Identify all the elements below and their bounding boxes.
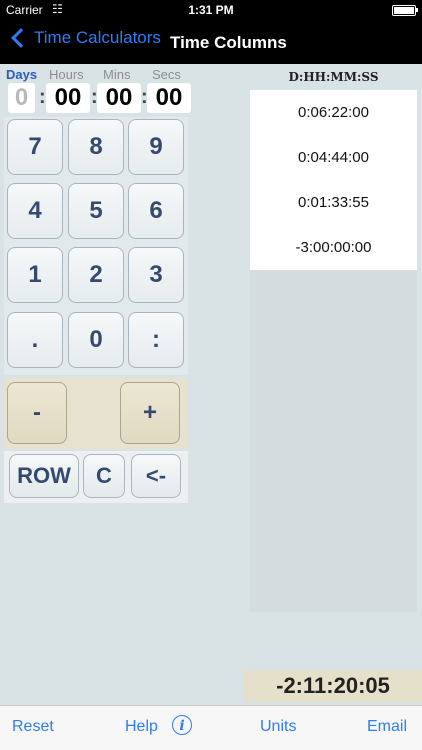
- mins-label[interactable]: Mins: [103, 67, 130, 82]
- units-button[interactable]: Units: [260, 718, 296, 736]
- status-time: 1:31 PM: [188, 3, 234, 17]
- help-button[interactable]: Help: [125, 718, 158, 736]
- key-5[interactable]: 5: [68, 183, 124, 239]
- sign-keys: - +: [4, 378, 188, 449]
- key-7[interactable]: 7: [7, 119, 63, 175]
- key-4[interactable]: 4: [7, 183, 63, 239]
- back-button[interactable]: Time Calculators: [10, 28, 161, 48]
- days-field[interactable]: 0: [8, 83, 35, 113]
- hours-field[interactable]: 00: [46, 83, 90, 113]
- key-9[interactable]: 9: [128, 119, 184, 175]
- column-format-header: D:HH:MM:SS: [288, 70, 379, 84]
- list-item[interactable]: 0:06:22:00: [250, 90, 417, 135]
- back-button-label: Time Calculators: [34, 28, 161, 47]
- plus-button[interactable]: +: [120, 382, 180, 444]
- battery-icon: [392, 5, 418, 16]
- backspace-button[interactable]: <-: [131, 454, 181, 498]
- page-title: Time Columns: [170, 33, 287, 52]
- key-0[interactable]: 0: [68, 312, 124, 368]
- chevron-left-icon: [11, 28, 31, 48]
- key-colon[interactable]: :: [128, 312, 184, 368]
- reset-button[interactable]: Reset: [12, 718, 54, 736]
- list-item[interactable]: 0:01:33:55: [250, 180, 417, 225]
- secs-label[interactable]: Secs: [152, 67, 181, 82]
- column-list: 0:06:22:00 0:04:44:00 0:01:33:55 -3:00:0…: [250, 90, 417, 270]
- column-total: -2:11:20:05: [244, 670, 422, 702]
- clear-button[interactable]: C: [83, 454, 125, 498]
- days-label[interactable]: Days: [6, 67, 37, 82]
- list-item[interactable]: 0:04:44:00: [250, 135, 417, 180]
- top-bar: Carrier ☷ 1:31 PM Time Calculators Time …: [0, 0, 422, 64]
- key-8[interactable]: 8: [68, 119, 124, 175]
- key-6[interactable]: 6: [128, 183, 184, 239]
- minus-button[interactable]: -: [7, 382, 67, 444]
- email-button[interactable]: Email: [367, 718, 407, 736]
- row-button[interactable]: ROW: [9, 454, 79, 498]
- mins-field[interactable]: 00: [97, 83, 141, 113]
- navigation-bar: Time Calculators Time Columns: [0, 20, 422, 64]
- key-1[interactable]: 1: [7, 247, 63, 303]
- bottom-toolbar: Reset Help i Units Email: [0, 705, 422, 750]
- info-icon[interactable]: i: [172, 715, 192, 735]
- time-unit-labels: Days Hours Mins Secs: [0, 67, 190, 83]
- secs-field[interactable]: 00: [147, 83, 191, 113]
- keypad: 7 8 9 4 5 6 1 2 3 . 0 :: [4, 117, 188, 375]
- list-item[interactable]: -3:00:00:00: [250, 225, 417, 270]
- key-decimal[interactable]: .: [7, 312, 63, 368]
- key-2[interactable]: 2: [68, 247, 124, 303]
- time-column[interactable]: 0:06:22:00 0:04:44:00 0:01:33:55 -3:00:0…: [250, 90, 417, 612]
- key-3[interactable]: 3: [128, 247, 184, 303]
- action-keys: ROW C <-: [4, 451, 188, 503]
- status-bar: Carrier ☷ 1:31 PM: [0, 0, 422, 20]
- separator: :: [39, 86, 46, 108]
- hours-label[interactable]: Hours: [49, 67, 84, 82]
